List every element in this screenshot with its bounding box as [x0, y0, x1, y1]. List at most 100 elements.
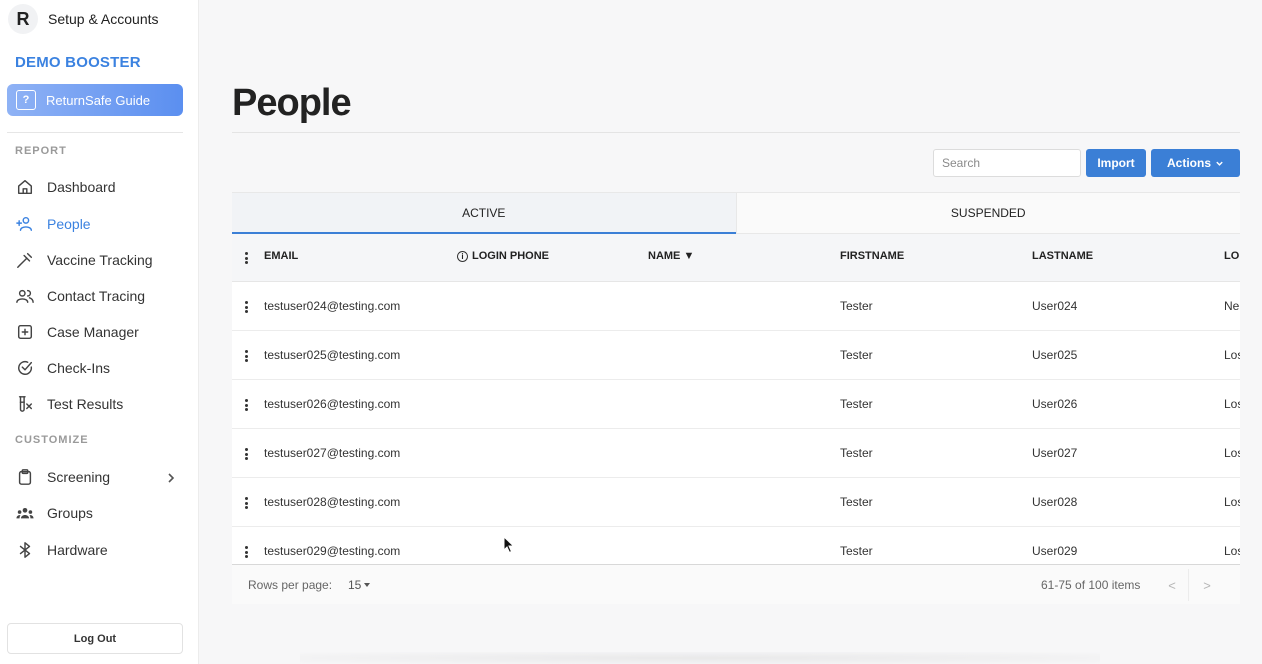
setup-accounts-label: Setup & Accounts: [48, 11, 159, 27]
sidebar-item-check-ins[interactable]: Check-Ins: [15, 354, 185, 382]
import-button[interactable]: Import: [1086, 149, 1146, 177]
cell-email: testuser026@testing.com: [264, 397, 401, 411]
column-header-label: LOGIN PHONE: [472, 250, 550, 262]
column-header-firstname[interactable]: FIRSTNAME: [840, 250, 904, 262]
search-input[interactable]: [933, 149, 1081, 177]
sidebar-divider: [7, 132, 183, 133]
returnsafe-guide-button[interactable]: ? ReturnSafe Guide: [7, 84, 183, 116]
sidebar-item-vaccine-tracking[interactable]: Vaccine Tracking: [15, 246, 185, 274]
syringe-icon: [15, 250, 35, 270]
group-icon: [15, 503, 35, 523]
row-menu-icon[interactable]: [244, 497, 248, 509]
bottom-shadow: [300, 652, 1100, 664]
prev-page-button[interactable]: <: [1162, 575, 1182, 595]
chevron-down-icon: [1216, 161, 1223, 166]
row-menu-icon[interactable]: [244, 350, 248, 362]
cell-email: testuser025@testing.com: [264, 348, 401, 362]
column-header-last[interactable]: LO: [1224, 250, 1239, 262]
cell-last: Los: [1224, 544, 1240, 558]
rows-per-page-select[interactable]: 15: [348, 578, 371, 592]
column-header-lastname[interactable]: LASTNAME: [1032, 250, 1093, 262]
cell-lastname: User024: [1032, 299, 1078, 313]
table-row[interactable]: testuser026@testing.com Tester User026 L…: [232, 380, 1240, 429]
cell-last: Ne: [1224, 299, 1240, 313]
rows-per-page-value: 15: [348, 578, 362, 592]
table-row[interactable]: testuser028@testing.com Tester User028 L…: [232, 478, 1240, 527]
sidebar-item-case-manager[interactable]: Case Manager: [15, 318, 185, 346]
row-menu-icon[interactable]: [244, 448, 248, 460]
cell-lastname: User025: [1032, 348, 1078, 362]
plus-square-icon: [15, 322, 35, 342]
sidebar-item-label: Contact Tracing: [47, 288, 146, 304]
cell-firstname: Tester: [840, 495, 873, 509]
section-customize: CUSTOMIZE: [15, 434, 89, 446]
check-circle-icon: [15, 358, 35, 378]
row-menu-icon[interactable]: [244, 399, 248, 411]
sidebar-item-label: Case Manager: [47, 324, 139, 340]
tab-active[interactable]: ACTIVE: [232, 193, 736, 234]
pagination-divider: [1188, 569, 1189, 601]
users-icon: [15, 286, 35, 306]
items-range: 61-75 of 100 items: [1041, 578, 1141, 592]
chevron-right-icon: [165, 471, 177, 483]
sidebar-item-groups[interactable]: Groups: [15, 499, 185, 527]
clipboard-icon: [15, 467, 35, 487]
sidebar-item-hardware[interactable]: Hardware: [15, 536, 185, 564]
page-title: People: [232, 82, 352, 124]
cell-lastname: User027: [1032, 446, 1078, 460]
guide-book-icon: ?: [16, 90, 36, 110]
column-header-email[interactable]: EMAIL: [264, 250, 298, 262]
sidebar-item-contact-tracing[interactable]: Contact Tracing: [15, 282, 185, 310]
cell-firstname: Tester: [840, 299, 873, 313]
sidebar-item-label: Hardware: [47, 542, 108, 558]
cell-last: Los: [1224, 446, 1240, 460]
sidebar-item-people[interactable]: People: [15, 210, 185, 238]
sidebar-item-label: Check-Ins: [47, 360, 111, 376]
sidebar-item-label: Groups: [47, 505, 93, 521]
row-menu-icon[interactable]: [244, 546, 248, 558]
rows-per-page-label: Rows per page:: [248, 578, 333, 592]
caret-down-icon: [364, 583, 371, 587]
table-row[interactable]: testuser027@testing.com Tester User027 L…: [232, 429, 1240, 478]
table-header: EMAIL i LOGIN PHONE NAME ▼ FIRSTNAME LAS…: [232, 234, 1240, 282]
cell-lastname: User026: [1032, 397, 1078, 411]
sidebar-item-label: Dashboard: [47, 179, 116, 195]
column-header-login-phone[interactable]: i LOGIN PHONE: [457, 250, 549, 262]
actions-label: Actions: [1166, 156, 1211, 170]
table-row[interactable]: testuser029@testing.com Tester User029 L…: [232, 527, 1240, 564]
add-person-icon: [15, 214, 35, 234]
sidebar-item-label: People: [47, 216, 91, 232]
column-header-name[interactable]: NAME ▼: [648, 250, 694, 262]
table-row[interactable]: testuser025@testing.com Tester User025 L…: [232, 331, 1240, 380]
section-report: REPORT: [15, 145, 67, 157]
logout-button[interactable]: Log Out: [7, 623, 183, 654]
cell-firstname: Tester: [840, 544, 873, 558]
sidebar-item-screening[interactable]: Screening: [15, 463, 185, 491]
sidebar-item-label: Test Results: [47, 396, 124, 412]
cell-last: Los: [1224, 397, 1240, 411]
status-tabs: ACTIVE SUSPENDED: [232, 192, 1240, 234]
cell-firstname: Tester: [840, 348, 873, 362]
cell-lastname: User028: [1032, 495, 1078, 509]
cell-email: testuser024@testing.com: [264, 299, 401, 313]
sidebar-item-test-results[interactable]: Test Results: [15, 390, 185, 418]
cell-firstname: Tester: [840, 446, 873, 460]
cell-lastname: User029: [1032, 544, 1078, 558]
cell-email: testuser028@testing.com: [264, 495, 401, 509]
bluetooth-icon: [15, 540, 35, 560]
guide-label: ReturnSafe Guide: [46, 92, 151, 108]
sidebar-item-label: Vaccine Tracking: [47, 252, 153, 268]
tab-suspended[interactable]: SUSPENDED: [735, 193, 1240, 234]
column-menu-icon[interactable]: [244, 252, 248, 264]
next-page-button[interactable]: >: [1197, 575, 1217, 595]
test-tube-icon: [15, 394, 35, 414]
actions-button[interactable]: Actions: [1151, 149, 1240, 177]
table-row[interactable]: testuser024@testing.com Tester User024 N…: [232, 282, 1240, 331]
setup-accounts-link[interactable]: R Setup & Accounts: [8, 4, 159, 34]
cell-email: testuser029@testing.com: [264, 544, 401, 558]
sidebar-item-dashboard[interactable]: Dashboard: [15, 173, 185, 201]
title-divider: [232, 132, 1240, 133]
row-menu-icon[interactable]: [244, 301, 248, 313]
info-icon: i: [457, 250, 468, 262]
pagination-footer: Rows per page: 15 61-75 of 100 items < >: [232, 564, 1240, 604]
